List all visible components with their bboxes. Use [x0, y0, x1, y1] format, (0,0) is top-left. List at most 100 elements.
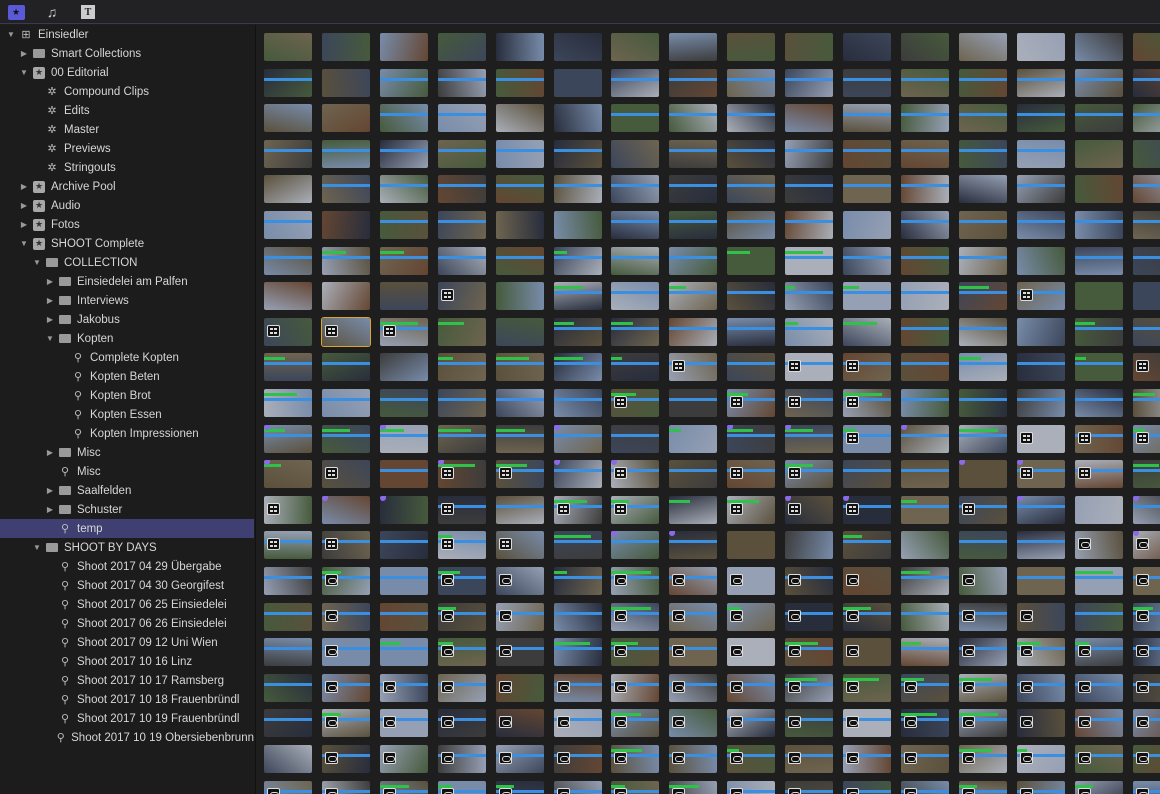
- clip-thumbnail[interactable]: [553, 246, 602, 275]
- clip-thumbnail[interactable]: [1132, 424, 1160, 453]
- clip-thumbnail[interactable]: [785, 460, 834, 489]
- clip-thumbnail[interactable]: [900, 68, 949, 97]
- clip-thumbnail[interactable]: [379, 602, 428, 631]
- disclosure-expanded-icon[interactable]: ▼: [19, 239, 29, 248]
- clip-thumbnail[interactable]: [843, 531, 891, 560]
- clip-thumbnail[interactable]: [495, 709, 544, 738]
- clip-thumbnail[interactable]: [553, 602, 602, 631]
- clip-thumbnail[interactable]: [321, 389, 370, 417]
- sidebar-item[interactable]: ✲ Edits: [0, 101, 254, 120]
- clip-thumbnail[interactable]: [958, 33, 1007, 61]
- clip-thumbnail[interactable]: [669, 246, 718, 275]
- clip-thumbnail[interactable]: [264, 460, 312, 489]
- clip-thumbnail[interactable]: [495, 424, 544, 453]
- clip-thumbnail[interactable]: [900, 602, 949, 631]
- clip-thumbnail[interactable]: [1132, 104, 1160, 133]
- clip-thumbnail[interactable]: [264, 531, 312, 560]
- clip-thumbnail[interactable]: [669, 745, 718, 773]
- clip-thumbnail[interactable]: [321, 531, 370, 560]
- clip-thumbnail[interactable]: [611, 211, 660, 239]
- sidebar-item[interactable]: ▶ Saalfelden: [0, 481, 254, 500]
- clip-thumbnail[interactable]: [958, 638, 1007, 667]
- clip-thumbnail[interactable]: [264, 638, 312, 667]
- clip-thumbnail[interactable]: [900, 246, 949, 275]
- clip-thumbnail[interactable]: [1132, 68, 1160, 97]
- clip-thumbnail[interactable]: [611, 353, 660, 382]
- clip-thumbnail[interactable]: [1016, 638, 1065, 667]
- sidebar-item[interactable]: ▶ Interviews: [0, 291, 254, 310]
- clip-thumbnail[interactable]: [958, 211, 1007, 239]
- clip-thumbnail[interactable]: [379, 460, 428, 489]
- clip-thumbnail[interactable]: [843, 602, 891, 631]
- clip-thumbnail[interactable]: [1132, 282, 1160, 311]
- clip-thumbnail[interactable]: [669, 531, 718, 560]
- clip-thumbnail[interactable]: [321, 638, 370, 667]
- clip-thumbnail[interactable]: [264, 282, 312, 311]
- clip-thumbnail[interactable]: [785, 33, 834, 61]
- clip-thumbnail[interactable]: [727, 495, 776, 524]
- clip-thumbnail[interactable]: [843, 638, 891, 667]
- clip-thumbnail[interactable]: [611, 175, 660, 204]
- sidebar-item[interactable]: ⚲ Misc: [0, 462, 254, 481]
- clip-thumbnail[interactable]: [264, 353, 312, 382]
- clip-thumbnail[interactable]: [669, 780, 718, 794]
- clip-thumbnail[interactable]: [495, 68, 544, 97]
- clip-thumbnail[interactable]: [958, 104, 1007, 133]
- clip-thumbnail[interactable]: [1132, 495, 1160, 524]
- clip-thumbnail[interactable]: [495, 460, 544, 489]
- clip-thumbnail[interactable]: [495, 389, 544, 417]
- clip-thumbnail[interactable]: [1132, 673, 1160, 702]
- clip-thumbnail[interactable]: [1074, 317, 1123, 346]
- sidebar-item[interactable]: ⚲ Shoot 2017 04 30 Georgifest: [0, 576, 254, 595]
- clip-thumbnail[interactable]: [843, 780, 891, 794]
- sidebar-item[interactable]: ⚲ Shoot 2017 06 25 Einsiedelei: [0, 595, 254, 614]
- clip-thumbnail[interactable]: [1074, 495, 1123, 524]
- clip-thumbnail[interactable]: [553, 211, 602, 239]
- clip-thumbnail[interactable]: [611, 317, 660, 346]
- disclosure-collapsed-icon[interactable]: ▶: [19, 201, 29, 210]
- clip-thumbnail[interactable]: [958, 246, 1007, 275]
- clip-thumbnail[interactable]: [1074, 780, 1123, 794]
- clip-thumbnail[interactable]: [495, 353, 544, 382]
- clip-thumbnail[interactable]: [1132, 709, 1160, 738]
- clip-thumbnail[interactable]: [958, 567, 1007, 595]
- sidebar-item[interactable]: ⚲ Kopten Beten: [0, 367, 254, 386]
- clip-thumbnail[interactable]: [900, 353, 949, 382]
- clip-thumbnail[interactable]: [669, 139, 718, 168]
- clip-thumbnail[interactable]: [1016, 602, 1065, 631]
- clip-thumbnail[interactable]: [553, 139, 602, 168]
- clip-thumbnail[interactable]: [321, 246, 370, 275]
- clip-thumbnail[interactable]: [321, 495, 370, 524]
- clip-thumbnail[interactable]: [611, 282, 660, 311]
- clip-thumbnail[interactable]: [437, 68, 486, 97]
- clip-thumbnail[interactable]: [264, 317, 312, 346]
- sidebar-item[interactable]: ▶ Smart Collections: [0, 44, 254, 63]
- clip-thumbnail[interactable]: [958, 175, 1007, 204]
- clip-thumbnail[interactable]: [1016, 531, 1065, 560]
- disclosure-expanded-icon[interactable]: ▼: [32, 543, 42, 552]
- clip-thumbnail[interactable]: [553, 638, 602, 667]
- sidebar-item[interactable]: ⚲ Shoot 2017 10 19 Frauenbründl: [0, 709, 254, 728]
- clip-thumbnail[interactable]: [669, 424, 718, 453]
- clip-thumbnail[interactable]: [553, 317, 602, 346]
- clip-thumbnail[interactable]: [843, 139, 891, 168]
- clip-thumbnail[interactable]: [321, 673, 370, 702]
- clip-thumbnail[interactable]: [785, 638, 834, 667]
- clip-thumbnail[interactable]: [379, 175, 428, 204]
- clip-thumbnail[interactable]: [264, 673, 312, 702]
- clip-thumbnail[interactable]: [437, 139, 486, 168]
- titles-generators-icon[interactable]: T: [78, 3, 98, 21]
- disclosure-collapsed-icon[interactable]: ▶: [19, 220, 29, 229]
- clip-thumbnail[interactable]: [264, 602, 312, 631]
- clip-thumbnail[interactable]: [379, 282, 428, 311]
- clip-thumbnail[interactable]: [958, 389, 1007, 417]
- clip-thumbnail[interactable]: [843, 104, 891, 133]
- sidebar-item[interactable]: ▶ ★ Fotos: [0, 215, 254, 234]
- clip-thumbnail[interactable]: [1016, 246, 1065, 275]
- clip-thumbnail[interactable]: [1016, 709, 1065, 738]
- clip-thumbnail[interactable]: [379, 424, 428, 453]
- clip-thumbnail[interactable]: [437, 175, 486, 204]
- clip-thumbnail[interactable]: [437, 353, 486, 382]
- clip-thumbnail[interactable]: [321, 282, 370, 311]
- clip-thumbnail[interactable]: [1132, 602, 1160, 631]
